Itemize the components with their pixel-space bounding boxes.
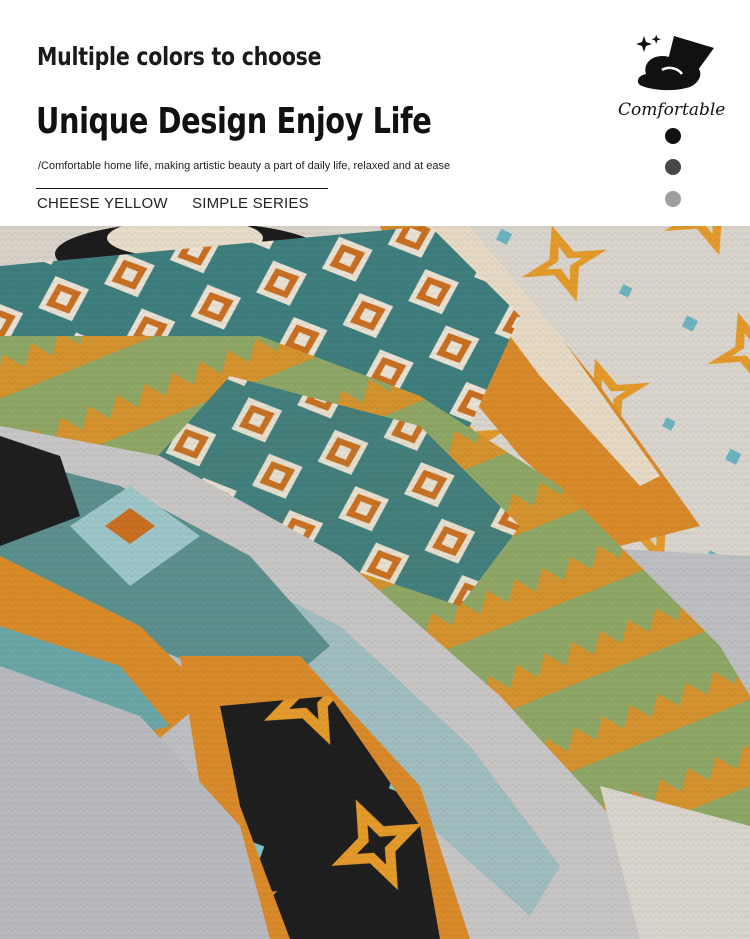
color-option-black[interactable] <box>665 128 681 144</box>
series-label-color: CHEESE YELLOW <box>37 195 168 212</box>
color-option-light-gray[interactable] <box>665 191 681 207</box>
logo-text: Comfortable <box>618 100 726 120</box>
hand-holding-blanket-icon <box>636 34 714 91</box>
subtitle: Multiple colors to choose <box>37 42 322 71</box>
tagline: /Comfortable home life, making artistic … <box>38 160 451 172</box>
series-label-series: SIMPLE SERIES <box>192 195 309 212</box>
aztec-throw-blankets-photo <box>0 226 750 939</box>
divider <box>36 188 328 189</box>
header: Multiple colors to choose Unique Design … <box>0 0 750 226</box>
page-title: Unique Design Enjoy Life <box>36 101 432 142</box>
color-option-dark-gray[interactable] <box>665 159 681 175</box>
